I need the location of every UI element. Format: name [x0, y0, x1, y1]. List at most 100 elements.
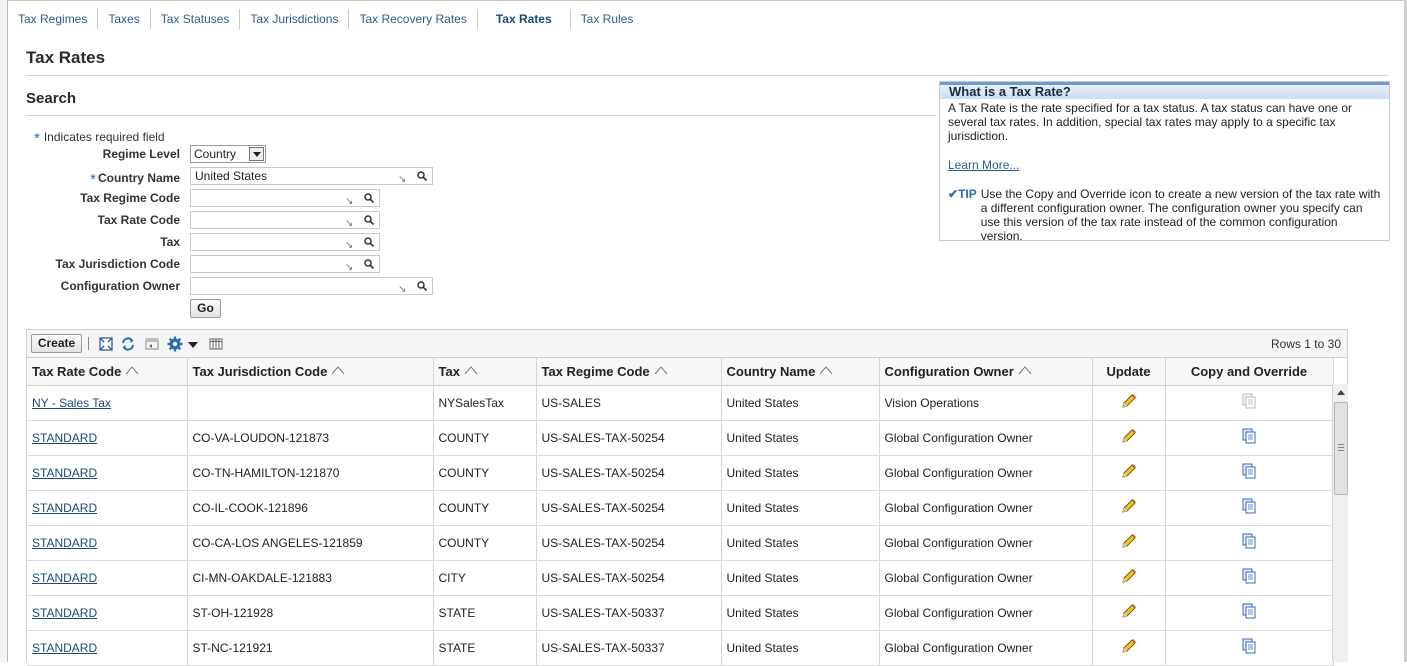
- copy-icon[interactable]: [1240, 428, 1258, 448]
- tax-regime-code-label: Tax Regime Code: [80, 191, 180, 205]
- pencil-icon[interactable]: [1120, 464, 1138, 483]
- pencil-icon[interactable]: [1120, 394, 1138, 413]
- tab-tax-recovery-rates[interactable]: Tax Recovery Rates: [348, 9, 476, 29]
- sort-icon[interactable]: [125, 365, 139, 375]
- tab-tax-statuses[interactable]: Tax Statuses: [149, 9, 240, 29]
- copy-icon[interactable]: [1240, 533, 1258, 553]
- lov-arrow-icon: ↘: [345, 262, 354, 273]
- table-scrollbar[interactable]: [1332, 384, 1348, 662]
- col-configuration-owner[interactable]: Configuration Owner: [879, 358, 1093, 386]
- sort-icon[interactable]: [654, 365, 668, 375]
- tax-rate-code-link[interactable]: STANDARD: [32, 571, 97, 585]
- table-row: STANDARD CO-IL-COOK-121896 COUNTY US-SALES-…: [27, 490, 1334, 526]
- tax-rate-code-link[interactable]: STANDARD: [32, 641, 97, 655]
- cell-update: [1092, 630, 1166, 666]
- cell-copy-and-override: [1165, 525, 1334, 561]
- create-button[interactable]: Create: [31, 334, 82, 353]
- chevron-down-icon[interactable]: [187, 336, 199, 352]
- cell-tax-regime-code: US-SALES-TAX-50337: [536, 630, 722, 666]
- col-tax-jurisdiction-code[interactable]: Tax Jurisdiction Code: [187, 358, 434, 386]
- cell-tax-jurisdiction-code: CO-TN-HAMILTON-121870: [187, 455, 434, 491]
- pencil-icon[interactable]: [1120, 604, 1138, 623]
- cell-tax-rate-code[interactable]: STANDARD: [27, 630, 188, 666]
- cell-copy-and-override: [1165, 560, 1334, 596]
- configuration-owner-input[interactable]: [190, 277, 433, 295]
- tax-rate-code-link[interactable]: STANDARD: [32, 431, 97, 445]
- copy-icon[interactable]: [1240, 498, 1258, 518]
- tab-taxes[interactable]: Taxes: [97, 9, 149, 29]
- search-icon[interactable]: [363, 214, 375, 226]
- freeze-icon[interactable]: [144, 336, 160, 352]
- cell-update: [1092, 490, 1166, 526]
- search-icon[interactable]: [363, 236, 375, 248]
- chevron-down-icon[interactable]: [249, 147, 264, 161]
- cell-tax-rate-code[interactable]: STANDARD: [27, 455, 188, 491]
- required-field-note: * Indicates required field: [34, 128, 165, 147]
- tax-rate-code-link[interactable]: STANDARD: [32, 536, 97, 550]
- tax-rate-code-link[interactable]: STANDARD: [32, 501, 97, 515]
- pencil-icon[interactable]: [1120, 569, 1138, 588]
- tab-tax-rules[interactable]: Tax Rules: [569, 9, 644, 29]
- cell-country-name: United States: [721, 595, 880, 631]
- col-tax[interactable]: Tax: [433, 358, 537, 386]
- cell-update: [1092, 455, 1166, 491]
- cell-tax-jurisdiction-code: CO-VA-LOUDON-121873: [187, 420, 434, 456]
- tax-rate-code-link[interactable]: STANDARD: [32, 466, 97, 480]
- tab-tax-jurisdictions[interactable]: Tax Jurisdictions: [239, 9, 348, 29]
- sort-icon[interactable]: [464, 365, 478, 375]
- columns-icon[interactable]: [208, 336, 224, 352]
- info-text: A Tax Rate is the rate specified for a t…: [948, 101, 1353, 143]
- regime-level-select[interactable]: Country: [190, 145, 266, 163]
- search-icon[interactable]: [416, 280, 428, 292]
- detach-icon[interactable]: [98, 336, 114, 352]
- search-icon[interactable]: [363, 192, 375, 204]
- cell-tax-regime-code: US-SALES-TAX-50254: [536, 420, 722, 456]
- info-box-body: A Tax Rate is the rate specified for a t…: [940, 99, 1389, 245]
- cell-tax: STATE: [433, 595, 537, 631]
- scroll-up-icon[interactable]: [1337, 390, 1345, 395]
- cell-tax-rate-code[interactable]: STANDARD: [27, 490, 188, 526]
- subtab-bar: Tax Regimes Taxes Tax Statuses Tax Jurisdic…: [8, 8, 643, 30]
- sort-icon[interactable]: [331, 365, 345, 375]
- col-label: Country Name: [726, 363, 816, 379]
- search-divider: [26, 115, 936, 116]
- sort-icon[interactable]: [1018, 365, 1032, 375]
- gear-icon[interactable]: [167, 336, 183, 352]
- pencil-icon[interactable]: [1120, 639, 1138, 658]
- col-update: Update: [1092, 358, 1166, 386]
- search-icon[interactable]: [416, 170, 428, 182]
- copy-icon[interactable]: [1240, 568, 1258, 588]
- pencil-icon[interactable]: [1120, 534, 1138, 553]
- cell-copy-and-override: [1165, 595, 1334, 631]
- tab-tax-rates[interactable]: Tax Rates: [476, 9, 570, 29]
- cell-tax-rate-code[interactable]: STANDARD: [27, 525, 188, 561]
- cell-tax-rate-code[interactable]: STANDARD: [27, 595, 188, 631]
- lov-arrow-icon: ↘: [398, 174, 407, 185]
- country-name-input[interactable]: United States: [190, 167, 433, 185]
- pencil-icon[interactable]: [1120, 499, 1138, 518]
- col-tax-rate-code[interactable]: Tax Rate Code: [27, 358, 188, 386]
- learn-more-link[interactable]: Learn More...: [948, 158, 1381, 172]
- sort-icon[interactable]: [819, 365, 833, 375]
- cell-tax-regime-code: US-SALES-TAX-50254: [536, 560, 722, 596]
- cell-update: [1092, 525, 1166, 561]
- cell-tax-rate-code[interactable]: STANDARD: [27, 560, 188, 596]
- cell-tax-rate-code[interactable]: STANDARD: [27, 420, 188, 456]
- copy-icon[interactable]: [1240, 463, 1258, 483]
- pencil-icon[interactable]: [1120, 429, 1138, 448]
- grip-icon: [1338, 444, 1344, 451]
- copy-icon[interactable]: [1240, 638, 1258, 658]
- refresh-icon[interactable]: [120, 336, 136, 352]
- cell-tax-jurisdiction-code: [187, 385, 434, 421]
- col-tax-regime-code[interactable]: Tax Regime Code: [536, 358, 722, 386]
- search-icon[interactable]: [363, 258, 375, 270]
- scroll-thumb[interactable]: [1334, 402, 1348, 495]
- cell-tax-rate-code[interactable]: NY - Sales Tax: [27, 385, 188, 421]
- col-country-name[interactable]: Country Name: [721, 358, 880, 386]
- tax-rate-code-link[interactable]: STANDARD: [32, 606, 97, 620]
- tab-tax-regimes[interactable]: Tax Regimes: [8, 9, 97, 29]
- go-button[interactable]: Go: [190, 299, 221, 318]
- required-note-text: Indicates required field: [43, 130, 165, 144]
- copy-icon[interactable]: [1240, 603, 1258, 623]
- tax-rate-code-link[interactable]: NY - Sales Tax: [32, 396, 111, 410]
